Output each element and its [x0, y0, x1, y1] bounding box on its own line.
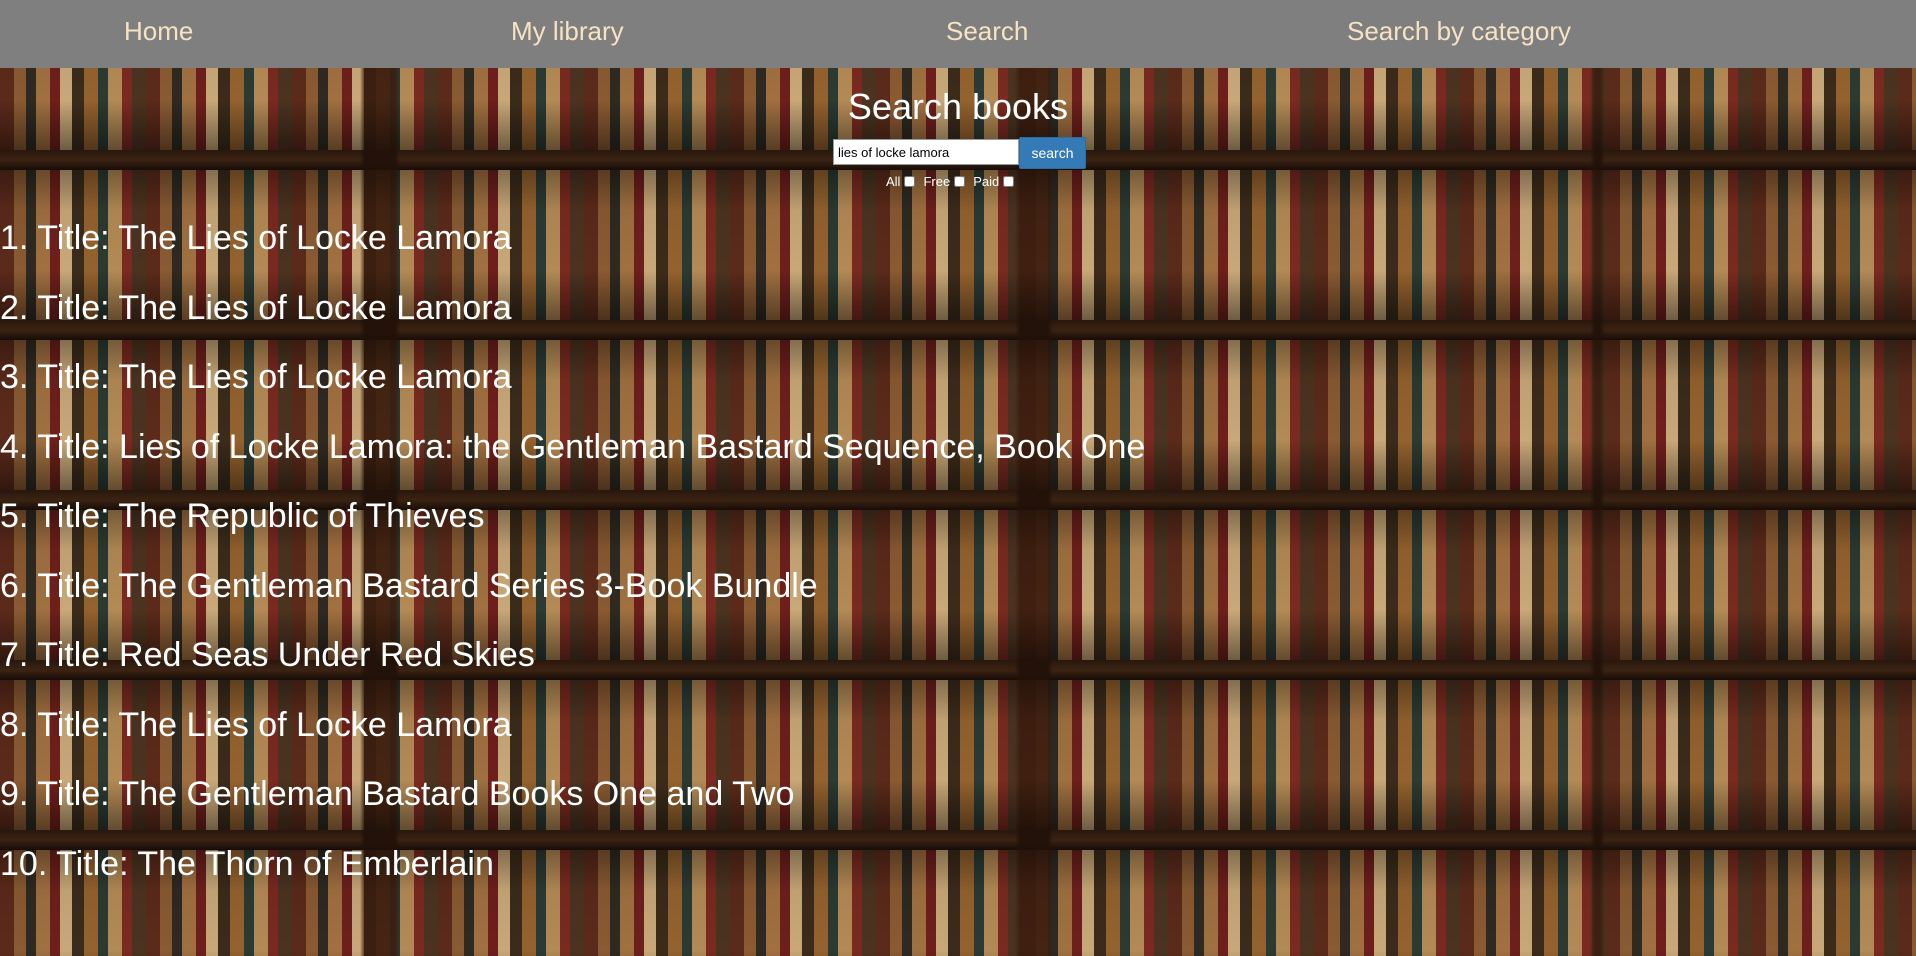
- search-form: search: [833, 137, 1086, 169]
- search-button[interactable]: search: [1019, 137, 1086, 169]
- result-item[interactable]: 8. Title: The Lies of Locke Lamora: [0, 705, 1145, 775]
- result-item[interactable]: 7. Title: Red Seas Under Red Skies: [0, 635, 1145, 705]
- nav-my-library-link[interactable]: My library: [511, 16, 624, 47]
- result-item[interactable]: 6. Title: The Gentleman Bastard Series 3…: [0, 566, 1145, 636]
- search-page-content: Search books search All Free Paid 1. Tit…: [0, 68, 1916, 956]
- result-item[interactable]: 3. Title: The Lies of Locke Lamora: [0, 357, 1145, 427]
- nav-home-link[interactable]: Home: [124, 16, 193, 47]
- filter-paid-label: Paid: [973, 174, 1000, 189]
- result-item[interactable]: 5. Title: The Republic of Thieves: [0, 496, 1145, 566]
- page-title: Search books: [847, 86, 1069, 127]
- filter-free-checkbox[interactable]: [954, 176, 966, 187]
- filter-all-label: All: [886, 174, 901, 189]
- filter-free-label: Free: [923, 174, 951, 189]
- search-input[interactable]: [833, 139, 1019, 165]
- search-results-list: 1. Title: The Lies of Locke Lamora 2. Ti…: [0, 218, 1145, 913]
- result-item[interactable]: 1. Title: The Lies of Locke Lamora: [0, 218, 1145, 288]
- result-item[interactable]: 10. Title: The Thorn of Emberlain: [0, 844, 1145, 914]
- filter-all-checkbox[interactable]: [904, 176, 916, 187]
- result-item[interactable]: 9. Title: The Gentleman Bastard Books On…: [0, 774, 1145, 844]
- result-item[interactable]: 4. Title: Lies of Locke Lamora: the Gent…: [0, 427, 1145, 497]
- filter-paid-checkbox[interactable]: [1003, 176, 1015, 187]
- top-navbar: Home My library Search Search by categor…: [0, 0, 1916, 68]
- result-item[interactable]: 2. Title: The Lies of Locke Lamora: [0, 288, 1145, 358]
- nav-search-link[interactable]: Search: [946, 16, 1028, 47]
- price-filter-group: All Free Paid: [886, 174, 1020, 189]
- nav-search-by-category-link[interactable]: Search by category: [1347, 16, 1571, 47]
